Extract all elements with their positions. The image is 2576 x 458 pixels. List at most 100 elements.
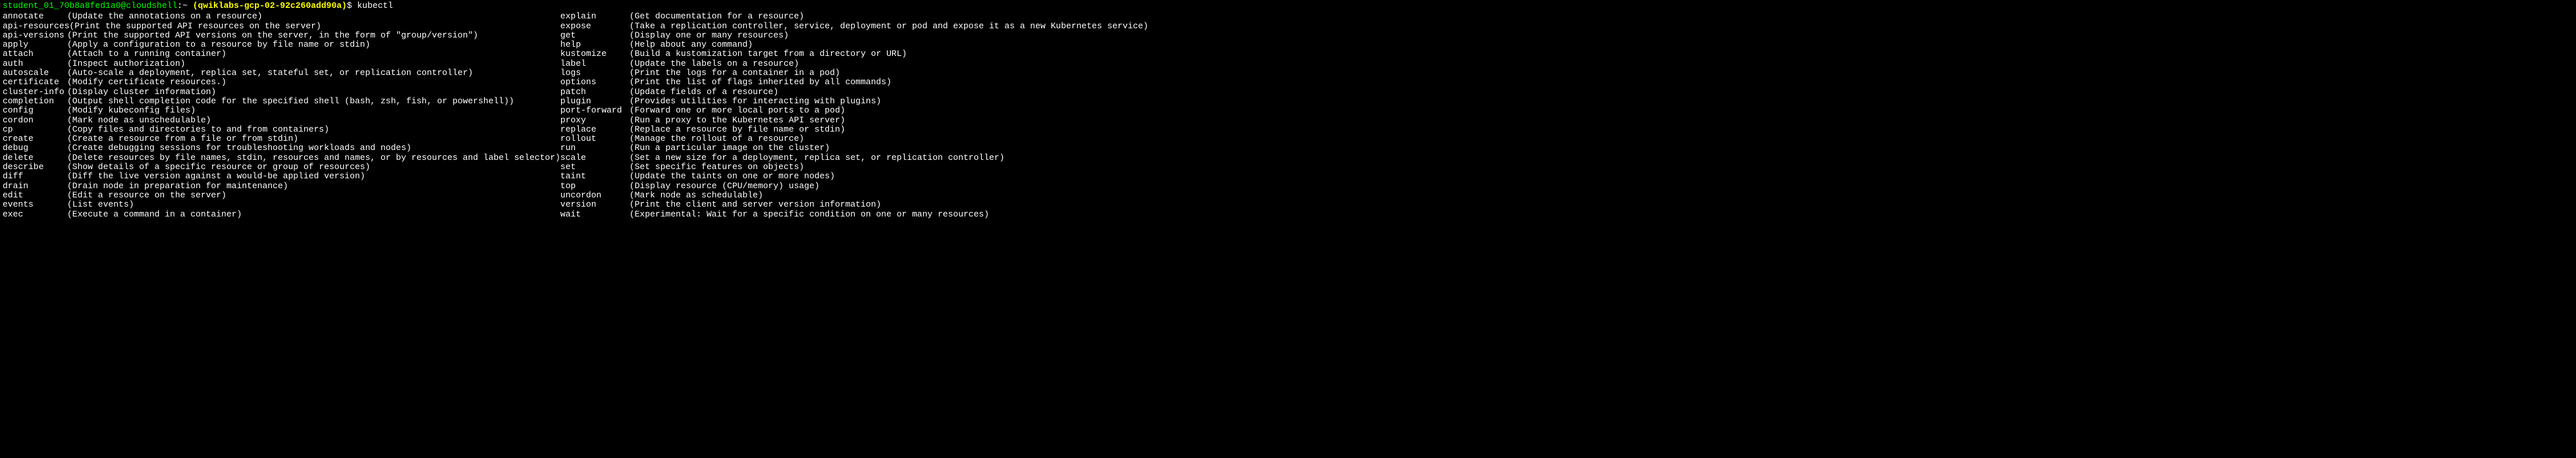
- completion-command-description: (Display cluster information): [67, 88, 216, 97]
- completion-command-description: (Update the labels on a resource): [630, 59, 799, 68]
- completion-command-name: api-resources: [3, 22, 69, 31]
- completion-item[interactable]: cluster-info(Display cluster information…: [3, 88, 560, 97]
- completion-item[interactable]: patch(Update fields of a resource): [560, 88, 1148, 97]
- completion-item[interactable]: options(Print the list of flags inherite…: [560, 78, 1148, 87]
- completion-command-name: version: [560, 200, 630, 209]
- completion-item[interactable]: expose(Take a replication controller, se…: [560, 22, 1148, 31]
- completion-command-name: api-versions: [3, 31, 67, 40]
- completion-command-name: set: [560, 163, 630, 172]
- completion-item[interactable]: run(Run a particular image on the cluste…: [560, 143, 1148, 153]
- completion-command-description: (Diff the live version against a would-b…: [67, 172, 365, 181]
- terminal-prompt[interactable]: student_01_70b8a8fed1a0@cloudshell:~ (qw…: [3, 1, 2573, 11]
- completion-command-name: cluster-info: [3, 88, 67, 97]
- completion-item[interactable]: autoscale(Auto-scale a deployment, repli…: [3, 68, 560, 78]
- completion-item[interactable]: proxy(Run a proxy to the Kubernetes API …: [560, 116, 1148, 125]
- completion-item[interactable]: help(Help about any command): [560, 40, 1148, 49]
- completion-item[interactable]: replace(Replace a resource by file name …: [560, 125, 1148, 134]
- completion-command-description: (Update the annotations on a resource): [67, 12, 262, 21]
- completion-item[interactable]: get(Display one or many resources): [560, 31, 1148, 40]
- completion-command-name: attach: [3, 49, 67, 59]
- completion-item[interactable]: cp(Copy files and directories to and fro…: [3, 125, 560, 134]
- completion-item[interactable]: delete(Delete resources by file names, s…: [3, 153, 560, 163]
- completion-item[interactable]: describe(Show details of a specific reso…: [3, 163, 560, 172]
- completion-column-right: explain(Get documentation for a resource…: [560, 12, 1148, 219]
- completion-item[interactable]: plugin(Provides utilities for interactin…: [560, 97, 1148, 106]
- completion-item[interactable]: completion(Output shell completion code …: [3, 97, 560, 106]
- completion-item[interactable]: top(Display resource (CPU/memory) usage): [560, 182, 1148, 191]
- prompt-separator: :: [177, 1, 182, 11]
- completion-command-name: kustomize: [560, 49, 630, 59]
- completion-command-description: (Create a resource from a file or from s…: [67, 134, 298, 143]
- completion-command-name: explain: [560, 12, 630, 21]
- completion-item[interactable]: create(Create a resource from a file or …: [3, 134, 560, 143]
- completion-command-description: (Update the taints on one or more nodes): [630, 172, 835, 181]
- completion-command-name: uncordon: [560, 191, 630, 200]
- completion-item[interactable]: taint(Update the taints on one or more n…: [560, 172, 1148, 181]
- completion-item[interactable]: cordon(Mark node as unschedulable): [3, 116, 560, 125]
- completion-item[interactable]: config(Modify kubeconfig files): [3, 106, 560, 115]
- completion-item[interactable]: version(Print the client and server vers…: [560, 200, 1148, 209]
- completion-command-name: scale: [560, 153, 630, 163]
- completion-command-description: (Delete resources by file names, stdin, …: [67, 153, 560, 163]
- completion-item[interactable]: api-versions(Print the supported API ver…: [3, 31, 560, 40]
- completion-item[interactable]: annotate(Update the annotations on a res…: [3, 12, 560, 21]
- completion-item[interactable]: certificate(Modify certificate resources…: [3, 78, 560, 87]
- completion-command-name: replace: [560, 125, 630, 134]
- completion-command-name: label: [560, 59, 630, 68]
- completion-command-name: get: [560, 31, 630, 40]
- completion-command-description: (Run a proxy to the Kubernetes API serve…: [630, 116, 845, 125]
- completion-command-name: help: [560, 40, 630, 49]
- completion-command-name: describe: [3, 163, 67, 172]
- completion-item[interactable]: rollout(Manage the rollout of a resource…: [560, 134, 1148, 143]
- completion-command-description: (Apply a configuration to a resource by …: [67, 40, 370, 49]
- completion-item[interactable]: exec(Execute a command in a container): [3, 210, 560, 219]
- completion-command-description: (Modify kubeconfig files): [67, 106, 196, 115]
- completion-command-name: edit: [3, 191, 67, 200]
- completion-command-description: (Set specific features on objects): [630, 163, 804, 172]
- completion-item[interactable]: label(Update the labels on a resource): [560, 59, 1148, 68]
- completion-command-description: (Take a replication controller, service,…: [630, 22, 1148, 31]
- completion-item[interactable]: scale(Set a new size for a deployment, r…: [560, 153, 1148, 163]
- completion-command-description: (Set a new size for a deployment, replic…: [630, 153, 1005, 163]
- completion-command-name: cp: [3, 125, 67, 134]
- completion-command-description: (Print the supported API versions on the…: [67, 31, 478, 40]
- completion-item[interactable]: drain(Drain node in preparation for main…: [3, 182, 560, 191]
- completion-item[interactable]: auth(Inspect authorization): [3, 59, 560, 68]
- completion-command-description: (Inspect authorization): [67, 59, 185, 68]
- completion-item[interactable]: attach(Attach to a running container): [3, 49, 560, 59]
- completion-item[interactable]: kustomize(Build a kustomization target f…: [560, 49, 1148, 59]
- completion-command-description: (Provides utilities for interacting with…: [630, 97, 881, 106]
- completion-command-name: auth: [3, 59, 67, 68]
- completion-command-description: (Update fields of a resource): [630, 88, 778, 97]
- completion-command-name: debug: [3, 143, 67, 153]
- completion-item[interactable]: debug(Create debugging sessions for trou…: [3, 143, 560, 153]
- completion-command-name: completion: [3, 97, 67, 106]
- completion-item[interactable]: port-forward(Forward one or more local p…: [560, 106, 1148, 115]
- completion-command-description: (Auto-scale a deployment, replica set, s…: [67, 68, 473, 78]
- completion-item[interactable]: api-resources(Print the supported API re…: [3, 22, 560, 31]
- completion-item[interactable]: apply(Apply a configuration to a resourc…: [3, 40, 560, 49]
- completion-command-description: (Drain node in preparation for maintenan…: [67, 182, 288, 191]
- completion-item[interactable]: wait(Experimental: Wait for a specific c…: [560, 210, 1148, 219]
- completion-command-name: taint: [560, 172, 630, 181]
- completion-command-name: rollout: [560, 134, 630, 143]
- completion-item[interactable]: logs(Print the logs for a container in a…: [560, 68, 1148, 78]
- completion-command-description: (Create debugging sessions for troublesh…: [67, 143, 412, 153]
- completion-command-description: (Display one or many resources): [630, 31, 789, 40]
- completion-command-name: autoscale: [3, 68, 67, 78]
- completion-item[interactable]: explain(Get documentation for a resource…: [560, 12, 1148, 21]
- completion-command-name: expose: [560, 22, 630, 31]
- completion-command-name: wait: [560, 210, 630, 219]
- kubectl-completion-list: annotate(Update the annotations on a res…: [3, 12, 2573, 219]
- completion-item[interactable]: uncordon(Mark node as schedulable): [560, 191, 1148, 200]
- completion-command-name: port-forward: [560, 106, 630, 115]
- completion-item[interactable]: set(Set specific features on objects): [560, 163, 1148, 172]
- completion-item[interactable]: events(List events): [3, 200, 560, 209]
- completion-item[interactable]: edit(Edit a resource on the server): [3, 191, 560, 200]
- completion-command-description: (Print the list of flags inherited by al…: [630, 78, 892, 87]
- prompt-user: student_01_70b8a8fed1a0@cloudshell: [3, 1, 177, 11]
- completion-item[interactable]: diff(Diff the live version against a wou…: [3, 172, 560, 181]
- completion-command-description: (Experimental: Wait for a specific condi…: [630, 210, 989, 219]
- prompt-command: kubectl: [357, 1, 393, 11]
- completion-command-description: (Modify certificate resources.): [67, 78, 227, 87]
